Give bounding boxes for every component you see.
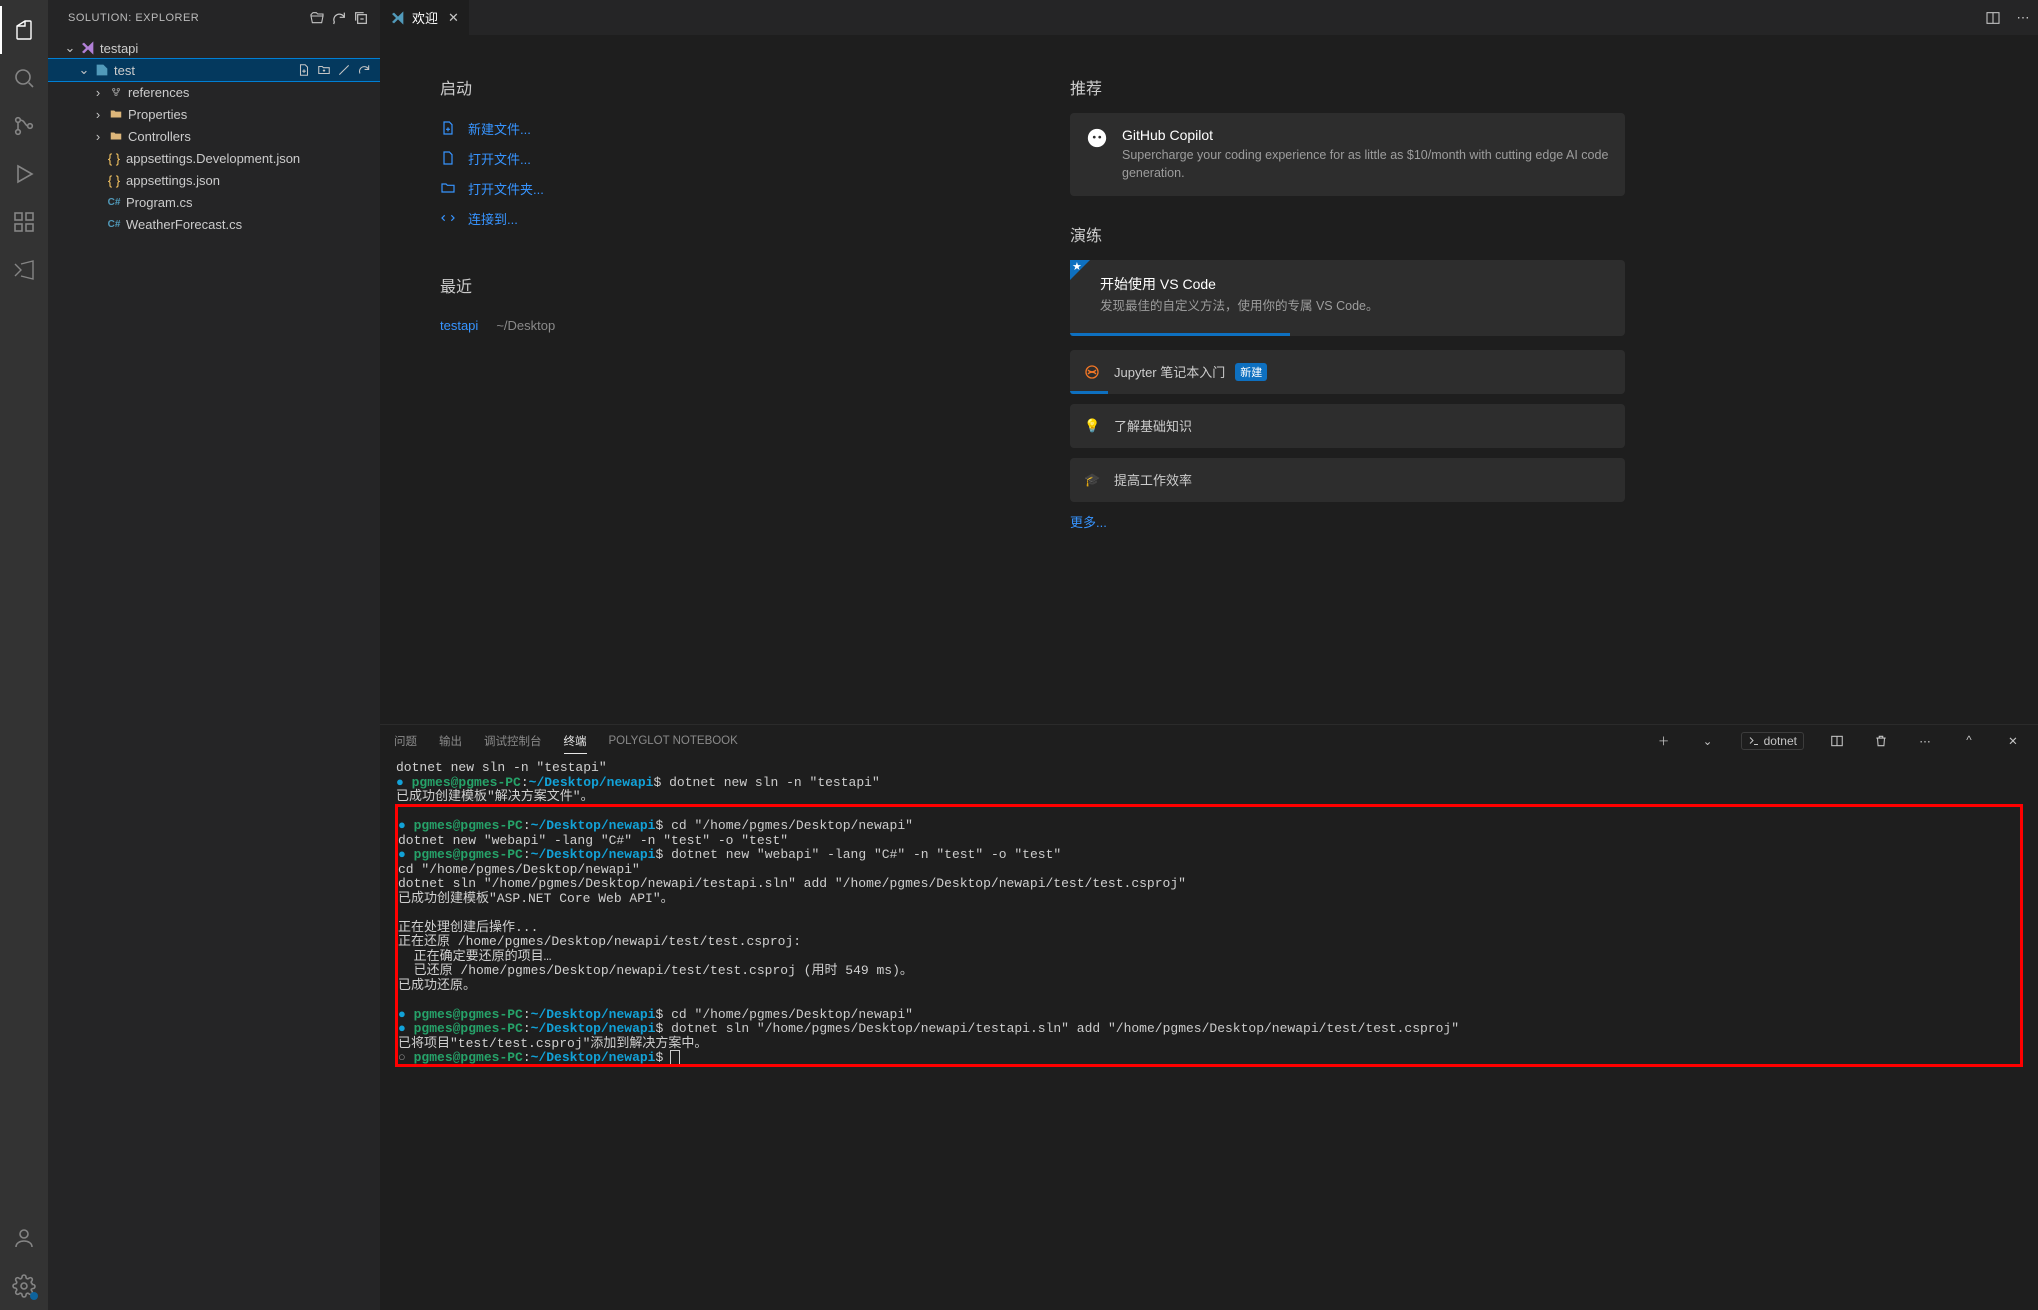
folder-icon xyxy=(106,107,126,121)
bottom-panel: 问题 输出 调试控制台 终端 POLYGLOT NOTEBOOK ＋ ⌄ dot… xyxy=(380,724,2038,1310)
split-editor-icon[interactable] xyxy=(1978,0,2008,35)
chevron-right-icon: › xyxy=(90,129,106,144)
split-terminal-chevron-icon[interactable]: ⌄ xyxy=(1697,734,1719,748)
new-folder-icon[interactable] xyxy=(314,60,334,80)
tree-item-properties[interactable]: › Properties xyxy=(48,103,380,125)
welcome-page: 启动 新建文件... 打开文件... 打开文件夹... 连接到... 最近 te… xyxy=(380,35,2038,724)
solution-tree: ⌄ testapi ⌄ test › refere xyxy=(48,35,380,1310)
copilot-card[interactable]: GitHub Copilot Supercharge your coding e… xyxy=(1070,113,1625,196)
build-icon[interactable] xyxy=(334,60,354,80)
sidebar-title: SOLUTION: EXPLORER xyxy=(68,12,306,24)
open-folder-icon[interactable] xyxy=(306,7,328,29)
close-icon[interactable]: ✕ xyxy=(448,10,459,26)
file-icon xyxy=(440,150,458,166)
chevron-right-icon: › xyxy=(90,85,106,100)
chevron-right-icon: › xyxy=(90,107,106,122)
lightbulb-icon: 💡 xyxy=(1084,418,1104,434)
connect-to-link[interactable]: 连接到... xyxy=(440,203,960,233)
project-node[interactable]: ⌄ test xyxy=(48,59,380,81)
terminal[interactable]: dotnet new sln -n "testapi" ● pgmes@pgme… xyxy=(380,757,2038,1310)
explorer-icon[interactable] xyxy=(0,6,48,54)
sync-icon[interactable] xyxy=(354,60,374,80)
copilot-icon xyxy=(1086,127,1110,182)
panel-tabs: 问题 输出 调试控制台 终端 POLYGLOT NOTEBOOK ＋ ⌄ dot… xyxy=(380,725,2038,757)
solution-root[interactable]: ⌄ testapi xyxy=(48,37,380,59)
section-walkthroughs: 演练 xyxy=(1070,222,1625,246)
jupyter-icon xyxy=(1084,364,1104,380)
editor-tabs: 欢迎 ✕ ⋯ xyxy=(380,0,2038,35)
panel-tab-output[interactable]: 输出 xyxy=(439,729,462,753)
tree-item-appsettings-dev[interactable]: { } appsettings.Development.json xyxy=(48,147,380,169)
vs-solution-icon[interactable] xyxy=(0,246,48,294)
editor-area: 欢迎 ✕ ⋯ 启动 新建文件... 打开文件... 打开文件夹... 连接到..… xyxy=(380,0,2038,1310)
vscode-tab-icon xyxy=(390,10,406,26)
csharp-icon: C# xyxy=(104,197,124,208)
copilot-desc: Supercharge your coding experience for a… xyxy=(1122,147,1609,182)
extensions-icon[interactable] xyxy=(0,198,48,246)
panel-tab-debug-console[interactable]: 调试控制台 xyxy=(484,729,542,753)
folder-icon xyxy=(106,129,126,143)
folder-icon xyxy=(440,180,458,196)
more-actions-icon[interactable]: ⋯ xyxy=(2008,0,2038,35)
panel-tab-polyglot[interactable]: POLYGLOT NOTEBOOK xyxy=(609,731,738,751)
mortarboard-icon: 🎓 xyxy=(1084,472,1104,488)
activity-bar xyxy=(0,0,48,1310)
copilot-title: GitHub Copilot xyxy=(1122,127,1609,143)
tab-welcome[interactable]: 欢迎 ✕ xyxy=(380,0,470,35)
new-file-link[interactable]: 新建文件... xyxy=(440,113,960,143)
more-icon[interactable]: ⋯ xyxy=(1914,734,1936,748)
more-link[interactable]: 更多... xyxy=(1070,512,1625,531)
star-icon: ★ xyxy=(1072,260,1082,273)
source-control-icon[interactable] xyxy=(0,102,48,150)
json-icon: { } xyxy=(104,151,124,166)
sidebar-header: SOLUTION: EXPLORER xyxy=(48,0,380,35)
csharp-icon: C# xyxy=(104,219,124,230)
walkthrough-get-started[interactable]: ★ 开始使用 VS Code 发现最佳的自定义方法，使用你的专属 VS Code… xyxy=(1070,260,1625,336)
collapse-all-icon[interactable] xyxy=(350,7,372,29)
new-terminal-icon[interactable]: ＋ xyxy=(1653,733,1675,749)
panel-tab-problems[interactable]: 问题 xyxy=(394,729,417,753)
json-icon: { } xyxy=(104,173,124,188)
walkthrough-desc: 发现最佳的自定义方法，使用你的专属 VS Code。 xyxy=(1100,298,1379,316)
close-panel-icon[interactable]: ✕ xyxy=(2002,734,2024,748)
search-icon[interactable] xyxy=(0,54,48,102)
walkthrough-jupyter[interactable]: Jupyter 笔记本入门 新建 xyxy=(1070,350,1625,394)
chevron-down-icon: ⌄ xyxy=(62,40,78,56)
walkthrough-productivity[interactable]: 🎓 提高工作效率 xyxy=(1070,458,1625,502)
accounts-icon[interactable] xyxy=(0,1214,48,1262)
vs-purple-icon xyxy=(78,40,98,56)
remote-icon xyxy=(440,210,458,226)
section-recent: 最近 xyxy=(440,273,960,297)
references-icon xyxy=(106,85,126,99)
kill-terminal-icon[interactable] xyxy=(1870,734,1892,748)
open-folder-link[interactable]: 打开文件夹... xyxy=(440,173,960,203)
section-start: 启动 xyxy=(440,75,960,99)
new-file-icon[interactable] xyxy=(294,60,314,80)
section-recommended: 推荐 xyxy=(1070,75,1625,99)
walkthrough-title: 开始使用 VS Code xyxy=(1100,274,1379,294)
open-file-link[interactable]: 打开文件... xyxy=(440,143,960,173)
terminal-cursor xyxy=(671,1051,679,1065)
recent-item[interactable]: testapi ~/Desktop xyxy=(440,311,960,339)
refresh-icon[interactable] xyxy=(328,7,350,29)
new-badge: 新建 xyxy=(1235,363,1267,381)
panel-tab-terminal[interactable]: 终端 xyxy=(564,729,587,754)
tree-item-controllers[interactable]: › Controllers xyxy=(48,125,380,147)
run-debug-icon[interactable] xyxy=(0,150,48,198)
tree-item-references[interactable]: › references xyxy=(48,81,380,103)
walkthrough-basics[interactable]: 💡 了解基础知识 xyxy=(1070,404,1625,448)
csproj-icon xyxy=(92,62,112,78)
sidebar: SOLUTION: EXPLORER ⌄ testapi ⌄ test xyxy=(48,0,380,1310)
split-terminal-icon[interactable] xyxy=(1826,734,1848,748)
settings-badge xyxy=(30,1292,38,1300)
settings-gear-icon[interactable] xyxy=(0,1262,48,1310)
tree-item-appsettings[interactable]: { } appsettings.json xyxy=(48,169,380,191)
chevron-down-icon: ⌄ xyxy=(76,62,92,78)
new-file-icon xyxy=(440,120,458,136)
terminal-profile[interactable]: dotnet xyxy=(1741,732,1804,750)
maximize-panel-icon[interactable]: ^ xyxy=(1958,735,1980,747)
tree-item-weatherforecast-cs[interactable]: C# WeatherForecast.cs xyxy=(48,213,380,235)
tree-item-program-cs[interactable]: C# Program.cs xyxy=(48,191,380,213)
tab-label: 欢迎 xyxy=(412,8,438,27)
